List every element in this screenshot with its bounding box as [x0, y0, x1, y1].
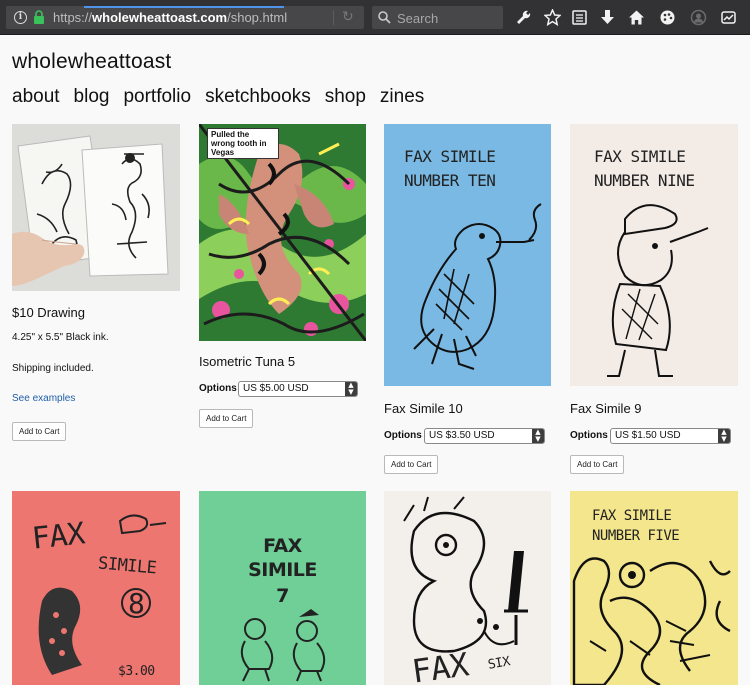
product-card-fax-six: FAX SIX	[384, 491, 551, 685]
address-bar-highlight	[84, 6, 284, 8]
home-icon[interactable]	[628, 9, 645, 26]
product-image-isometric-tuna[interactable]: Pulled the wrong tooth in Vegas	[199, 124, 366, 341]
select-arrows-icon: ▲ ▼	[532, 429, 544, 443]
add-to-cart-button[interactable]: Add to Cart	[384, 455, 439, 474]
product-card-fax-simile-7: FAX SIMILE 7	[199, 491, 366, 685]
lock-icon	[34, 10, 44, 24]
main-nav: about blog portfolio sketchbooks shop zi…	[12, 86, 424, 108]
search-icon	[378, 11, 391, 24]
cover-title-line-1: FAX	[409, 645, 471, 685]
fax-5-illustration	[572, 557, 731, 685]
product-title[interactable]: Fax Simile 9	[570, 401, 642, 416]
add-to-cart-button[interactable]: Add to Cart	[12, 422, 67, 441]
palette-icon[interactable]	[659, 9, 676, 26]
product-image-fax-simile-5[interactable]: FAX SIMILE NUMBER FIVE	[570, 491, 738, 685]
product-image-fax-simile-9[interactable]: FAX SIMILE NUMBER NINE	[570, 124, 738, 386]
product-image-fax-simile-10[interactable]: FAX SIMILE NUMBER TEN	[384, 124, 551, 386]
bookmarks-list-icon[interactable]	[571, 9, 588, 26]
price-options-select[interactable]: US $1.50 USD ▲ ▼	[610, 428, 731, 444]
browser-toolbar: i https://wholewheattoast.com/shop.html …	[0, 0, 750, 35]
bookmark-star-icon[interactable]	[544, 9, 561, 26]
man-with-hat-illustration	[607, 204, 709, 377]
cover-caption: Pulled the wrong tooth in Vegas	[207, 128, 279, 159]
download-icon[interactable]	[599, 9, 616, 26]
selected-price: US $5.00 USD	[243, 383, 309, 394]
product-card-fax-simile-8: FAX SIMILE 8 $3.00	[12, 491, 180, 685]
options-label: Options	[384, 430, 422, 441]
product-card-isometric-tuna-5: Pulled the wrong tooth in Vegas Isometri…	[199, 124, 367, 434]
product-card-fax-simile-10: FAX SIMILE NUMBER TEN Fax Simile 10 Opti…	[384, 124, 552, 476]
product-image-fax-simile-7[interactable]: FAX SIMILE 7	[199, 491, 366, 685]
product-image-fax-simile-8[interactable]: FAX SIMILE 8 $3.00	[12, 491, 180, 685]
nav-portfolio[interactable]: portfolio	[123, 86, 191, 108]
fax-7-illustration	[240, 609, 326, 682]
info-icon[interactable]: i	[14, 11, 27, 24]
account-icon[interactable]	[690, 9, 707, 26]
url-divider	[333, 10, 334, 25]
nav-about[interactable]: about	[12, 86, 60, 108]
see-examples-link[interactable]: See examples	[12, 393, 75, 404]
add-to-cart-button[interactable]: Add to Cart	[570, 455, 625, 474]
product-card-fax-simile-9: FAX SIMILE NUMBER NINE Fax Simile 9 Opti…	[570, 124, 740, 476]
selected-price: US $3.50 USD	[429, 430, 495, 441]
site-title[interactable]: wholewheattoast	[12, 50, 171, 74]
search-bar[interactable]: Search	[372, 6, 503, 29]
reload-icon[interactable]: ↻	[342, 10, 356, 24]
price-options-select[interactable]: US $3.50 USD ▲ ▼	[424, 428, 545, 444]
nav-sketchbooks[interactable]: sketchbooks	[205, 86, 311, 108]
selected-price: US $1.50 USD	[615, 430, 681, 441]
drawing-photo-illustration	[12, 124, 180, 291]
bird-smoking-illustration	[413, 203, 542, 370]
cover-title-line-2: SIX	[486, 654, 512, 673]
nav-blog[interactable]: blog	[74, 86, 110, 108]
address-bar[interactable]: i https://wholewheattoast.com/shop.html …	[6, 6, 364, 29]
options-label: Options	[199, 383, 237, 394]
screenshot-tool-icon[interactable]	[720, 9, 737, 26]
search-input[interactable]: Search	[397, 11, 438, 26]
fax-8-illustration	[38, 514, 167, 675]
product-description-size: 4.25" x 5.5" Black ink.	[12, 332, 109, 343]
price-options-select[interactable]: US $5.00 USD ▲ ▼	[238, 381, 358, 397]
options-label: Options	[570, 430, 608, 441]
select-arrows-icon: ▲ ▼	[718, 429, 730, 443]
product-title[interactable]: Isometric Tuna 5	[199, 354, 295, 369]
product-description-shipping: Shipping included.	[12, 363, 94, 374]
product-card-fax-simile-5: FAX SIMILE NUMBER FIVE	[570, 491, 738, 685]
url-text[interactable]: https://wholewheattoast.com/shop.html	[53, 10, 287, 25]
nav-shop[interactable]: shop	[325, 86, 366, 108]
product-image-fax-six[interactable]: FAX SIX	[384, 491, 551, 685]
wrench-icon[interactable]	[515, 9, 532, 26]
product-card-drawing: $10 Drawing 4.25" x 5.5" Black ink. Ship…	[12, 124, 180, 444]
nav-zines[interactable]: zines	[380, 86, 424, 108]
product-image-drawing[interactable]	[12, 124, 180, 291]
product-title[interactable]: Fax Simile 10	[384, 401, 463, 416]
add-to-cart-button[interactable]: Add to Cart	[199, 409, 254, 428]
product-title[interactable]: $10 Drawing	[12, 305, 85, 320]
select-arrows-icon: ▲ ▼	[345, 382, 357, 396]
